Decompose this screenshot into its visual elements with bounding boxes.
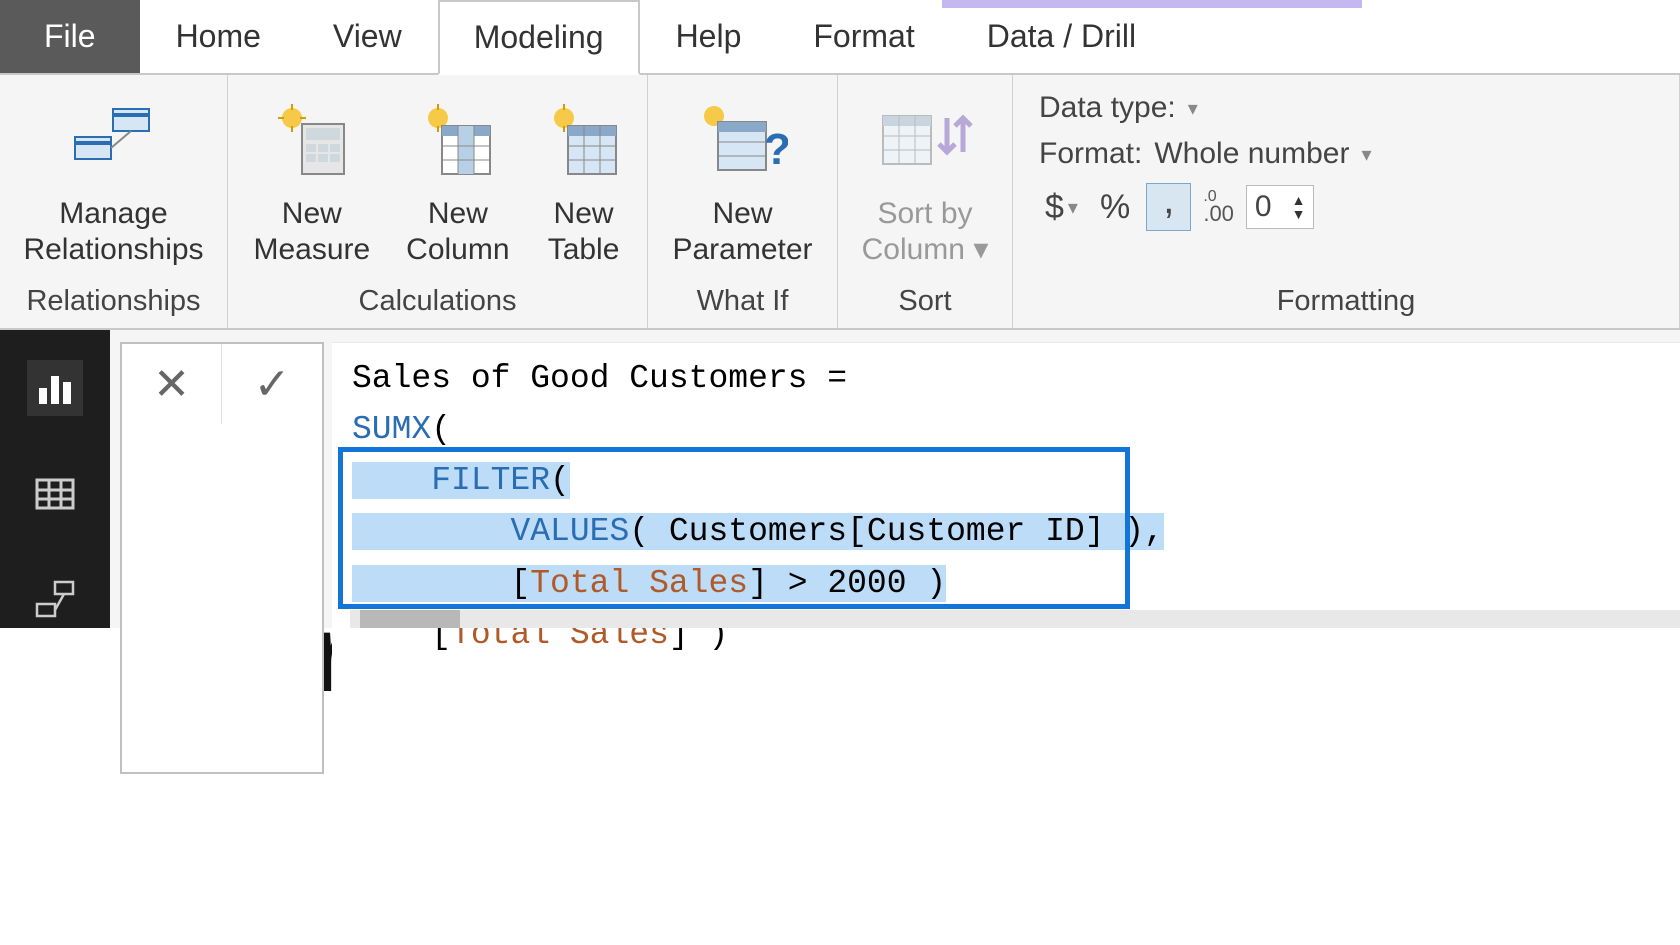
accent-bar bbox=[942, 0, 1362, 8]
manage-relationships-label: Manage Relationships bbox=[23, 196, 203, 268]
horizontal-scrollbar[interactable] bbox=[350, 610, 1680, 628]
new-column-icon bbox=[420, 95, 496, 190]
data-type-dropdown[interactable]: ▾ bbox=[1188, 96, 1198, 121]
bar-chart-icon bbox=[35, 368, 75, 408]
new-table-button[interactable]: New Table bbox=[538, 91, 630, 272]
format-value: Whole number bbox=[1154, 137, 1349, 171]
group-calculations-label: Calculations bbox=[240, 279, 635, 324]
data-view-button[interactable] bbox=[27, 466, 83, 522]
tab-file[interactable]: File bbox=[0, 0, 140, 73]
tab-modeling[interactable]: Modeling bbox=[438, 0, 640, 75]
decimal-places-icon[interactable]: .0 .00 bbox=[1197, 186, 1240, 228]
group-sort-label: Sort bbox=[850, 279, 1000, 324]
group-whatif-label: What If bbox=[660, 279, 825, 324]
currency-button[interactable]: $▾ bbox=[1039, 184, 1084, 231]
content-area: Iter ✕ ✓ Sales of Good Customers = SUMX(… bbox=[0, 330, 1680, 628]
sort-by-column-icon bbox=[877, 95, 973, 190]
ribbon: Manage Relationships Relationships N bbox=[0, 75, 1680, 330]
new-table-label: New Table bbox=[548, 196, 620, 268]
new-column-label: New Column bbox=[406, 196, 509, 268]
group-sort: Sort by Column ▾ Sort bbox=[838, 75, 1013, 328]
group-formatting-label: Formatting bbox=[1025, 279, 1667, 324]
group-relationships-label: Relationships bbox=[12, 279, 215, 324]
left-sidebar bbox=[0, 330, 110, 628]
format-label: Format: bbox=[1039, 137, 1142, 171]
format-dropdown[interactable]: ▾ bbox=[1361, 142, 1371, 167]
new-parameter-icon: ? bbox=[698, 95, 788, 190]
new-parameter-label: New Parameter bbox=[672, 196, 812, 268]
group-whatif: ? New Parameter What If bbox=[648, 75, 838, 328]
group-calculations: New Measure New Column bbox=[228, 75, 648, 328]
tab-view[interactable]: View bbox=[297, 0, 438, 73]
manage-relationships-button[interactable]: Manage Relationships bbox=[15, 91, 211, 272]
cancel-formula-button[interactable]: ✕ bbox=[122, 344, 222, 424]
tab-home[interactable]: Home bbox=[140, 0, 297, 73]
chevron-down-icon: ▾ bbox=[973, 233, 988, 266]
commit-formula-button[interactable]: ✓ bbox=[222, 344, 322, 424]
model-icon bbox=[33, 578, 77, 622]
new-measure-label: New Measure bbox=[253, 196, 370, 268]
percent-button[interactable]: % bbox=[1090, 184, 1140, 231]
table-icon bbox=[35, 474, 75, 514]
tab-bar: File Home View Modeling Help Format Data… bbox=[0, 0, 1680, 75]
tab-data-drill[interactable]: Data / Drill bbox=[951, 0, 1172, 73]
svg-text:?: ? bbox=[764, 125, 788, 174]
formula-bar-buttons: ✕ ✓ bbox=[120, 342, 324, 774]
relationships-icon bbox=[71, 95, 155, 190]
data-type-label: Data type: bbox=[1039, 91, 1176, 125]
tab-format[interactable]: Format bbox=[777, 0, 950, 73]
group-formatting: Data type: ▾ Format: Whole number ▾ $▾ %… bbox=[1013, 75, 1680, 328]
group-relationships: Manage Relationships Relationships bbox=[0, 75, 228, 328]
tab-help[interactable]: Help bbox=[640, 0, 778, 73]
sort-by-column-button[interactable]: Sort by Column ▾ bbox=[854, 91, 997, 272]
new-table-icon bbox=[546, 95, 622, 190]
new-parameter-button[interactable]: ? New Parameter bbox=[664, 91, 820, 272]
formula-bar[interactable]: Sales of Good Customers = SUMX( FILTER( … bbox=[332, 342, 1680, 774]
report-canvas: Iter ✕ ✓ Sales of Good Customers = SUMX(… bbox=[110, 330, 1680, 628]
report-view-button[interactable] bbox=[27, 360, 83, 416]
thousands-separator-button[interactable]: , bbox=[1146, 183, 1191, 231]
sort-by-column-label: Sort by Column ▾ bbox=[862, 196, 989, 268]
decimal-places-spinner[interactable]: 0 ▲▼ bbox=[1246, 185, 1315, 229]
new-measure-button[interactable]: New Measure bbox=[245, 91, 378, 272]
new-column-button[interactable]: New Column bbox=[398, 91, 517, 272]
decimal-value: 0 bbox=[1255, 190, 1272, 224]
model-view-button[interactable] bbox=[27, 572, 83, 628]
new-measure-icon bbox=[274, 95, 350, 190]
